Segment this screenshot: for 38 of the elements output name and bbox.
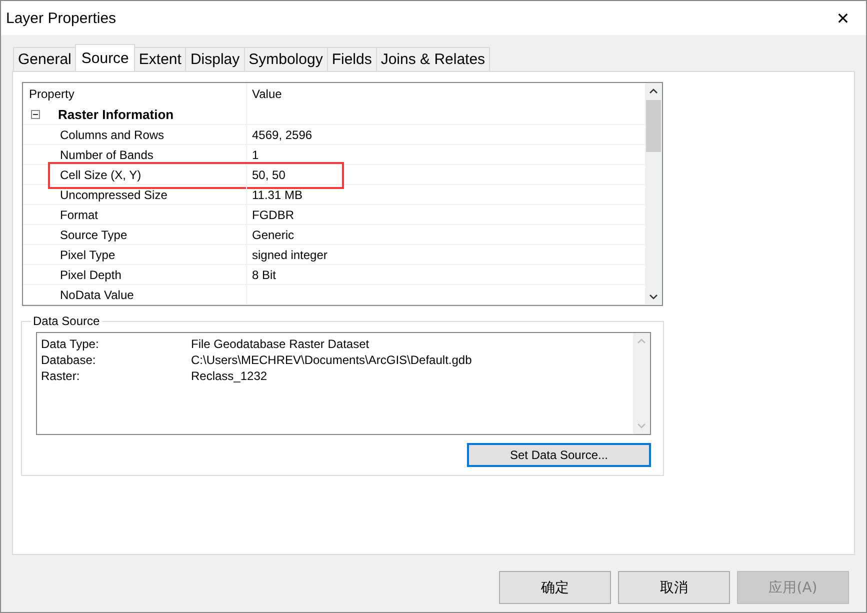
property-value: FGDBR [252,208,294,222]
property-name: Columns and Rows [60,128,164,142]
scrollbar[interactable] [645,83,662,305]
info-label: Database: [41,352,97,368]
info-label: Data Type: [41,336,100,352]
close-button[interactable]: ✕ [820,1,866,35]
property-name: Uncompressed Size [60,188,168,202]
info-value: C:\Users\MECHREV\Documents\ArcGIS\Default.gdb [191,352,472,368]
group-title: Data Source [32,314,101,328]
property-value: 50, 50 [252,168,286,182]
info-label: Raster: [41,368,81,384]
window-title: Layer Properties [5,10,116,26]
property-value: Generic [252,228,294,242]
tab[interactable]: General [13,47,76,71]
property-value: 4569, 2596 [252,128,312,142]
set-data-source-button[interactable]: Set Data Source... [467,443,651,467]
property-name: Cell Size (X, Y) [60,168,142,182]
property-name: Source Type [60,228,128,242]
property-name: Format [60,208,98,222]
property-value: signed integer [252,248,328,262]
property-name: Number of Bands [60,148,154,162]
property-name: Pixel Depth [60,268,122,282]
group-label: Raster Information [58,107,174,122]
column-header: Property [23,83,247,105]
property-name: NoData Value [60,288,134,302]
scroll-thumb[interactable] [646,100,661,152]
property-value: 11.31 MB [252,188,302,202]
info-value: File Geodatabase Raster Dataset [191,336,370,352]
dialog-button[interactable]: 取消 [618,571,730,604]
property-name: Pixel Type [60,248,116,262]
column-header: Value [251,86,283,103]
property-value: 8 Bit [252,268,276,282]
info-value: Reclass_1232 [191,368,268,384]
tab[interactable]: Source [75,44,135,71]
tab[interactable]: Joins & Relates [376,47,490,71]
dialog-button[interactable]: 确定 [499,571,611,604]
property-value: 1 [252,148,259,162]
collapse-icon[interactable] [31,110,40,119]
